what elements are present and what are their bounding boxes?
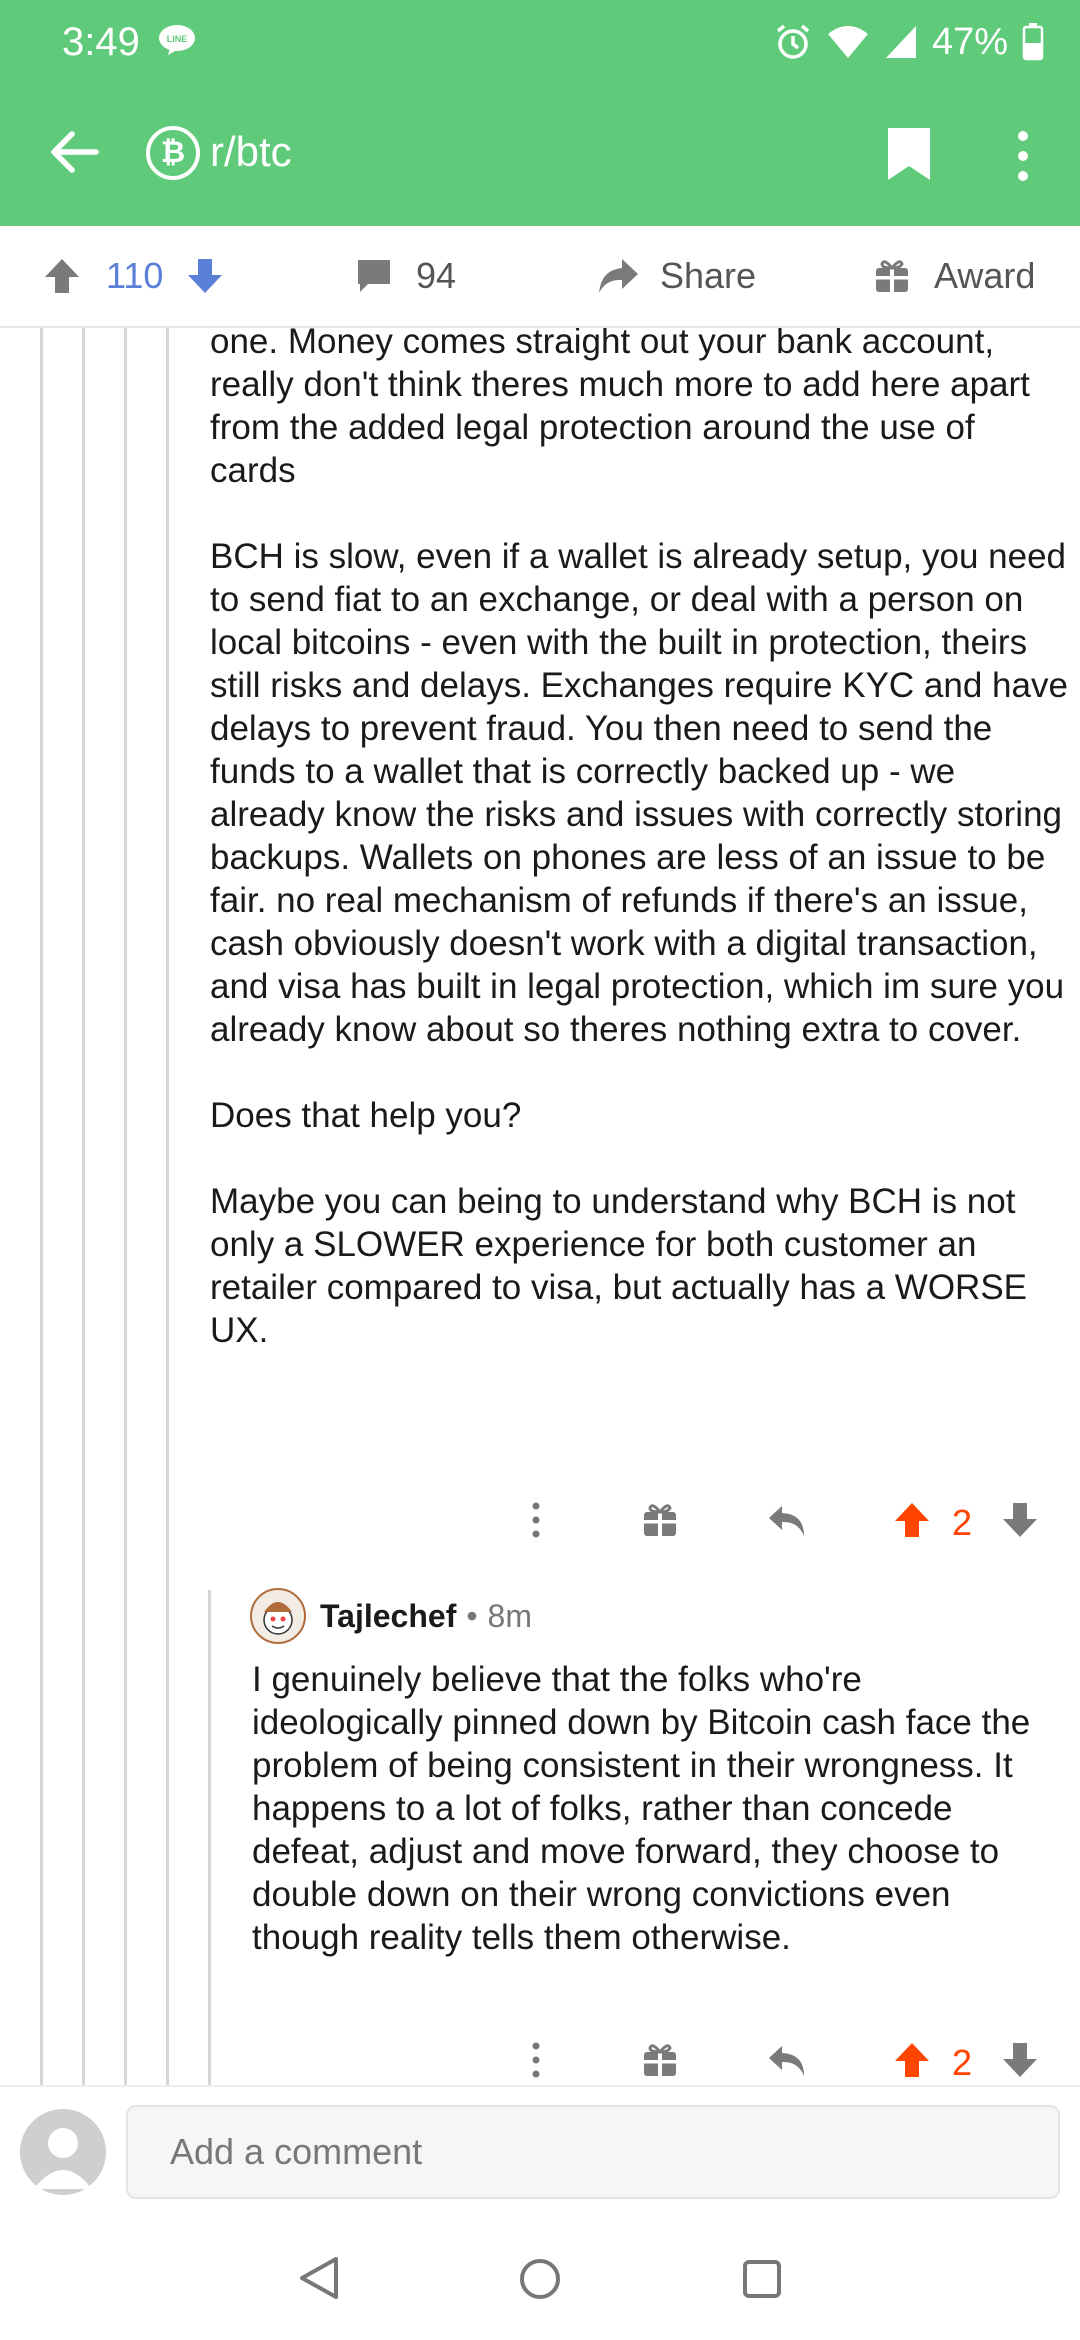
nav-home-icon[interactable] — [518, 2257, 562, 2301]
author-separator: • — [466, 1597, 478, 1634]
comment-timestamp: 8m — [487, 1597, 532, 1634]
reply-icon[interactable] — [766, 1502, 808, 1540]
comment-score: 2 — [952, 1502, 973, 1543]
comment-composer: Add a comment — [0, 2085, 1080, 2217]
gift-icon[interactable] — [642, 2042, 678, 2078]
line-badge-text: LINE — [167, 34, 188, 44]
bitcoin-icon[interactable]: ₿ — [146, 126, 200, 180]
comment-body: I genuinely believe that the folks who'r… — [252, 1658, 1042, 1959]
comment-thread[interactable]: one. Money comes straight out your bank … — [0, 328, 1080, 2085]
comment-more-icon[interactable] — [522, 1498, 550, 1542]
downvote-icon[interactable] — [1000, 1500, 1040, 1540]
downvote-icon[interactable] — [1000, 2040, 1040, 2080]
comment-author-row: Tajlechef • 8m — [250, 1588, 532, 1644]
thread-line-depth-5[interactable] — [208, 1590, 211, 2085]
downvote-icon[interactable] — [185, 256, 225, 296]
comment-paragraph: one. Money comes straight out your bank … — [210, 328, 1030, 490]
gift-icon — [876, 260, 908, 292]
thread-line-depth-3[interactable] — [124, 328, 127, 2085]
user-avatar[interactable] — [250, 1588, 306, 1644]
comment-author[interactable]: Tajlechef — [320, 1598, 456, 1635]
comments-count: 94 — [416, 255, 457, 296]
app-header: 3:49 LINE 47% ₿ r/btc — [0, 0, 1080, 226]
signal-icon — [885, 26, 916, 58]
post-score: 110 — [106, 255, 164, 296]
upvote-icon[interactable] — [892, 2040, 932, 2080]
share-button[interactable]: Share — [596, 226, 756, 326]
alarm-icon — [776, 24, 810, 59]
bookmark-icon[interactable] — [886, 126, 932, 182]
back-arrow-icon[interactable] — [46, 124, 102, 180]
battery-percent: 47% — [931, 20, 1008, 63]
snoo-avatar-icon — [263, 1602, 293, 1635]
battery-icon — [1022, 23, 1044, 61]
share-label: Share — [660, 255, 757, 296]
thread-line-depth-1[interactable] — [40, 328, 43, 2085]
line-app-icon: LINE — [159, 25, 195, 55]
comment-paragraph: I genuinely believe that the folks who'r… — [252, 1660, 1031, 1957]
wifi-icon — [827, 26, 868, 58]
subreddit-name[interactable]: r/btc — [210, 128, 292, 176]
comment-paragraph: BCH is slow, even if a wallet is already… — [210, 537, 1068, 1049]
comment-paragraph: Does that help you? — [210, 1096, 522, 1135]
upvote-icon[interactable] — [892, 1500, 932, 1540]
comment-body: one. Money comes straight out your bank … — [210, 328, 1068, 1352]
share-icon — [599, 259, 638, 293]
status-icons: 47% — [774, 14, 1044, 70]
award-button[interactable]: Award — [874, 226, 1035, 326]
thread-line-depth-4[interactable] — [166, 328, 169, 2085]
award-label: Award — [934, 255, 1036, 296]
gift-icon[interactable] — [642, 1502, 678, 1538]
comment-more-icon[interactable] — [522, 2038, 550, 2082]
nav-recents-icon[interactable] — [742, 2259, 782, 2299]
post-action-bar: 110 94 Share Award — [0, 226, 1080, 328]
nav-back-icon[interactable] — [298, 2255, 340, 2301]
status-time: 3:49 — [62, 20, 140, 64]
comment-paragraph: Maybe you can being to understand why BC… — [210, 1182, 1028, 1350]
comment-bubble-icon — [358, 260, 390, 292]
upvote-icon[interactable] — [42, 256, 82, 296]
post-vote-group: 110 — [42, 226, 225, 326]
system-nav-bar — [0, 2215, 1080, 2340]
current-user-avatar[interactable] — [20, 2109, 106, 2195]
comment-score: 2 — [952, 2042, 973, 2083]
more-options-icon[interactable] — [1008, 128, 1038, 184]
thread-line-depth-2[interactable] — [82, 328, 85, 2085]
reply-icon[interactable] — [766, 2042, 808, 2080]
user-avatar-icon — [34, 2128, 92, 2189]
add-comment-input[interactable]: Add a comment — [126, 2105, 1060, 2199]
comments-count-button[interactable]: 94 — [354, 226, 456, 326]
